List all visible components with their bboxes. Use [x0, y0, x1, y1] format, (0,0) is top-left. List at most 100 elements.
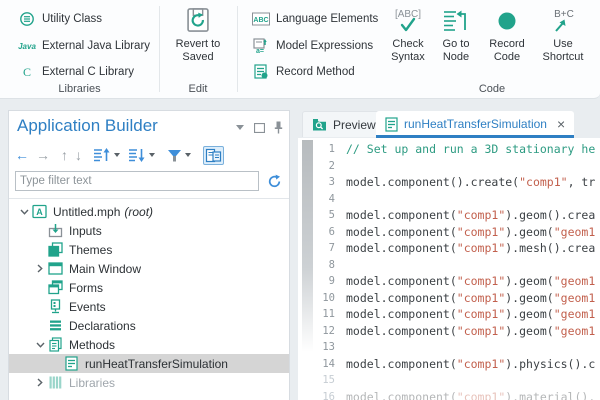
revert-to-saved-button[interactable]: Revert to Saved — [170, 6, 226, 64]
code-line-8: 8 — [298, 257, 600, 274]
check-syntax-label: Check Syntax — [383, 38, 433, 64]
edit-group-label: Edit — [159, 83, 237, 95]
filter-button[interactable] — [167, 148, 192, 163]
tree-item-declarations[interactable]: Declarations — [9, 316, 289, 335]
tree-item-inputs[interactable]: Inputs — [9, 221, 289, 240]
code-line-4: 4 — [298, 191, 600, 208]
line-number: 1 — [298, 143, 346, 155]
code-area[interactable]: 1// Set up and run a 3D stationary he23m… — [298, 138, 600, 400]
methods-icon — [47, 337, 63, 352]
tab-preview-label: Preview — [333, 118, 376, 132]
tree-item-label: Declarations — [69, 319, 136, 333]
revert-to-saved-label: Revert to Saved — [170, 38, 226, 64]
external-java-library-button[interactable]: Java External Java Library — [12, 36, 150, 56]
external-c-library-label: External C Library — [42, 66, 134, 78]
tree-item-label: Events — [69, 300, 106, 314]
line-number: 6 — [298, 226, 346, 238]
goto-node-icon — [442, 6, 470, 36]
back-arrow-icon[interactable]: ← — [15, 148, 29, 162]
tree-item-methods[interactable]: Methods — [9, 335, 289, 354]
record-method-label: Record Method — [276, 66, 355, 78]
code-text: model.component("comp1").mesh().crea — [346, 241, 595, 255]
tree-item-events[interactable]: Events — [9, 297, 289, 316]
ribbon: Utility Class Java External Java Library… — [0, 0, 600, 99]
code-line-5: 5model.component("comp1").geom().crea — [298, 207, 600, 224]
move-down-icon[interactable]: ↓ — [75, 148, 82, 162]
tree-item-label: Forms — [69, 281, 103, 295]
record-method-button[interactable]: Record Method — [246, 62, 355, 82]
tree-item-label: Untitled.mph — [53, 205, 120, 219]
application-builder-panel: Application Builder ← → ↑ ↓ AUntitled. — [8, 110, 290, 400]
libraries-group-label: Libraries — [0, 83, 159, 95]
forward-arrow-icon[interactable]: → — [36, 148, 50, 162]
code-text: // Set up and run a 3D stationary he — [346, 142, 595, 156]
preview-icon — [312, 118, 327, 131]
chevron-right-icon[interactable] — [33, 264, 47, 273]
panel-float-icon[interactable] — [254, 123, 265, 133]
external-java-library-label: External Java Library — [42, 40, 150, 52]
tab-run-method[interactable]: runHeatTransferSimulation × — [376, 111, 574, 137]
tree-item-libraries[interactable]: Libraries — [9, 373, 289, 392]
dropdown-caret-icon — [148, 152, 156, 158]
line-number: 15 — [298, 374, 346, 386]
code-text: model.component().create("comp1", tr — [346, 175, 595, 189]
goto-node-label: Go to Node — [431, 38, 481, 64]
code-line-2: 2 — [298, 158, 600, 175]
panel-pin-icon[interactable] — [274, 121, 283, 134]
code-text: model.component("comp1").geom("geom1 — [346, 225, 595, 239]
c-icon: C — [12, 65, 42, 80]
sidebar-toolbar: ← → ↑ ↓ — [15, 144, 224, 166]
chevron-down-icon[interactable] — [17, 209, 31, 215]
record-code-button[interactable]: Record Code — [482, 6, 532, 64]
tree-item-main-window[interactable]: Main Window — [9, 259, 289, 278]
refresh-icon[interactable] — [267, 174, 282, 189]
dropdown-caret-icon — [113, 152, 121, 158]
use-shortcut-button[interactable]: B+C Use Shortcut — [536, 6, 590, 64]
language-elements-label: Language Elements — [276, 13, 378, 25]
tree-item-themes[interactable]: Themes — [9, 240, 289, 259]
tab-preview[interactable]: Preview — [302, 111, 386, 137]
code-line-10: 10model.component("comp1").geom("geom1 — [298, 290, 600, 307]
collapse-up-button[interactable] — [93, 147, 121, 163]
code-text: model.component("comp1").material(). — [346, 390, 595, 400]
inputs-icon — [47, 223, 63, 238]
move-up-icon[interactable]: ↑ — [61, 148, 68, 162]
language-elements-button[interactable]: ABC Language Elements — [246, 9, 378, 29]
record-method-icon — [246, 64, 276, 80]
tree-item-suffix: (root) — [124, 205, 153, 219]
record-code-icon — [497, 6, 517, 36]
tree-item-run-method[interactable]: runHeatTransferSimulation — [9, 354, 289, 373]
show-all-toggle-button[interactable] — [203, 146, 224, 165]
check-syntax-button[interactable]: [ABC] Check Syntax — [383, 6, 433, 64]
code-line-7: 7model.component("comp1").mesh().crea — [298, 240, 600, 257]
line-number: 11 — [298, 308, 346, 320]
line-number: 2 — [298, 160, 346, 172]
model-expressions-button[interactable]: a= Model Expressions — [246, 36, 373, 56]
code-text: model.component("comp1").geom().crea — [346, 208, 595, 222]
code-text: model.component("comp1").geom("geom1 — [346, 307, 595, 321]
run-method-icon — [63, 356, 79, 371]
line-number: 14 — [298, 358, 346, 370]
external-c-library-button[interactable]: C External C Library — [12, 62, 134, 82]
tree-item-root[interactable]: A Untitled.mph (root) — [9, 202, 289, 221]
tab-close-icon[interactable]: × — [557, 116, 565, 132]
svg-text:a=: a= — [256, 48, 264, 54]
utility-class-button[interactable]: Utility Class — [12, 9, 102, 29]
code-editor[interactable]: Preview runHeatTransferSimulation × 1// … — [298, 110, 600, 400]
code-text: model.component("comp1").geom("geom1 — [346, 324, 595, 338]
chevron-down-icon[interactable] — [33, 342, 47, 348]
code-line-15: 15 — [298, 372, 600, 389]
filter-input[interactable] — [15, 171, 259, 191]
svg-text:[ABC]: [ABC] — [395, 9, 421, 20]
line-number: 9 — [298, 275, 346, 287]
code-line-16: 16model.component("comp1").material(). — [298, 389, 600, 400]
goto-node-button[interactable]: Go to Node — [431, 6, 481, 64]
tree-item-forms[interactable]: Forms — [9, 278, 289, 297]
root-icon: A — [31, 204, 47, 219]
chevron-right-icon[interactable] — [33, 378, 47, 387]
expand-down-button[interactable] — [128, 147, 156, 163]
tree-item-label: Themes — [69, 243, 112, 257]
panel-menu-chevron-icon[interactable] — [235, 124, 245, 131]
line-number: 3 — [298, 176, 346, 188]
code-text: model.component("comp1").physics().c — [346, 357, 595, 371]
